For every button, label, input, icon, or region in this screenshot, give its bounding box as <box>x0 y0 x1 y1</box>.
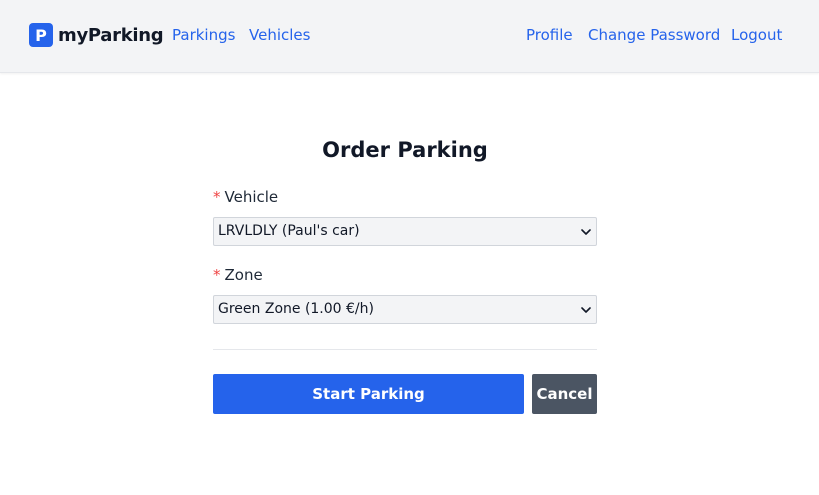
vehicle-label-text: Vehicle <box>224 188 279 206</box>
nav-link-change-password[interactable]: Change Password <box>588 25 720 45</box>
required-marker: * <box>213 188 221 206</box>
chevron-down-icon <box>581 229 591 235</box>
nav-link-logout[interactable]: Logout <box>731 25 782 45</box>
cancel-button[interactable]: Cancel <box>532 374 597 414</box>
nav-link-parkings[interactable]: Parkings <box>172 25 235 45</box>
chevron-down-icon <box>581 307 591 313</box>
zone-label: * Zone <box>213 266 263 284</box>
page-title: Order Parking <box>322 138 488 162</box>
form-divider <box>213 349 597 350</box>
required-marker: * <box>213 266 221 284</box>
start-parking-button[interactable]: Start Parking <box>213 374 524 414</box>
zone-select-value: Green Zone (1.00 €/h) <box>218 301 374 317</box>
logo-icon: P <box>29 23 53 47</box>
zone-select[interactable]: Green Zone (1.00 €/h) <box>213 295 597 324</box>
vehicle-select-value: LRVLDLY (Paul's car) <box>218 223 360 239</box>
nav-link-profile[interactable]: Profile <box>526 25 573 45</box>
brand-name: myParking <box>58 24 164 46</box>
nav-link-vehicles[interactable]: Vehicles <box>249 25 310 45</box>
brand[interactable]: P myParking <box>29 23 164 47</box>
vehicle-label: * Vehicle <box>213 188 278 206</box>
vehicle-select[interactable]: LRVLDLY (Paul's car) <box>213 217 597 246</box>
top-navbar: P myParking Parkings Vehicles Profile Ch… <box>0 0 819 73</box>
zone-label-text: Zone <box>224 266 263 284</box>
